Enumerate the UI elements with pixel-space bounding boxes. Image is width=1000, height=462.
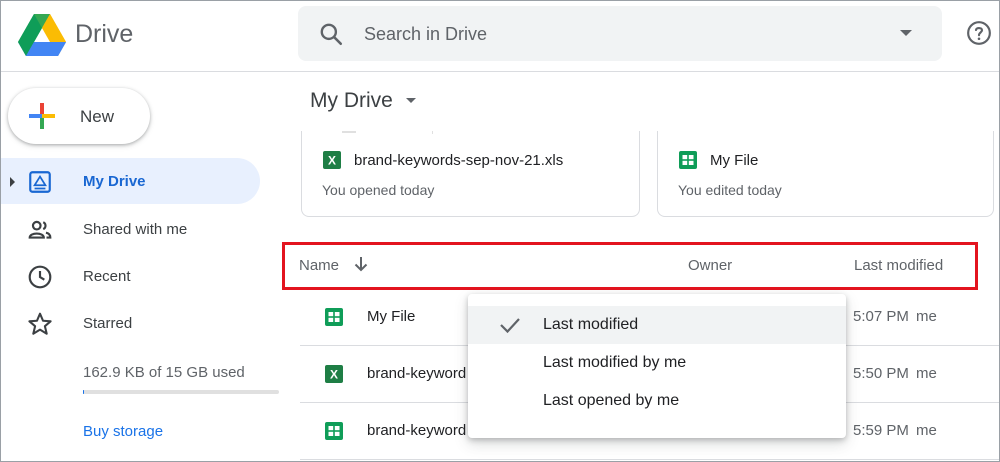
search-bar[interactable] (298, 6, 942, 61)
card-title: My File (710, 152, 759, 169)
file-modified-time: 5:59 PM (853, 422, 909, 439)
sort-options-menu: Last modified Last modified by me Last o… (468, 294, 846, 438)
card-title: brand-keywords-sep-nov-21.xls (354, 152, 564, 169)
suggested-card[interactable]: My File You edited today (657, 131, 994, 217)
search-icon[interactable] (318, 21, 344, 47)
svg-text:X: X (330, 368, 338, 382)
file-modified-time: 5:07 PM (853, 308, 909, 325)
file-name: My File (367, 308, 416, 325)
star-icon (28, 312, 52, 335)
my-drive-icon (29, 171, 51, 193)
card-subtitle: You opened today (322, 182, 435, 198)
page-title[interactable]: My Drive (310, 89, 393, 113)
file-name: brand-keyword (367, 422, 467, 439)
file-name: brand-keyword (367, 365, 467, 382)
storage-usage-text: 162.9 KB of 15 GB used (83, 364, 245, 381)
suggested-card[interactable]: X brand-keywords-sep-nov-21.xls You open… (301, 131, 640, 217)
menu-item-label: Last opened by me (543, 392, 680, 409)
file-modified-by: me (916, 365, 937, 382)
column-header-name[interactable]: Name (299, 257, 339, 274)
column-header-last-modified[interactable]: Last modified (854, 257, 943, 274)
menu-item-label: Last modified by me (543, 354, 687, 371)
excel-file-icon: X (323, 151, 341, 169)
new-button[interactable]: New (8, 88, 150, 144)
sidebar-item-my-drive[interactable]: My Drive (0, 158, 260, 204)
shared-icon (28, 220, 52, 239)
thumbnail-edge (432, 131, 433, 134)
sidebar-item-shared-with-me[interactable]: Shared with me (0, 206, 260, 252)
clock-icon (28, 265, 52, 289)
buy-storage-link[interactable]: Buy storage (83, 423, 163, 440)
card-subtitle: You edited today (678, 182, 782, 198)
excel-file-icon: X (325, 365, 343, 383)
app-name[interactable]: Drive (75, 20, 133, 49)
sheets-file-icon (325, 308, 343, 326)
new-button-label: New (80, 107, 115, 126)
menu-item-last-opened-by-me[interactable]: Last opened by me (468, 382, 846, 420)
file-modified-by: me (916, 422, 937, 439)
sidebar-item-starred[interactable]: Starred (0, 300, 260, 346)
menu-item-label: Last modified (543, 316, 639, 333)
thumbnail-edge (342, 131, 356, 133)
svg-text:X: X (328, 154, 336, 168)
sidebar-item-label: Recent (83, 268, 131, 285)
menu-item-last-modified[interactable]: Last modified (468, 306, 846, 344)
sheets-file-icon (679, 151, 697, 169)
file-modified-time: 5:50 PM (853, 365, 909, 382)
chevron-down-icon[interactable] (406, 98, 416, 103)
search-options-caret-icon[interactable] (900, 30, 912, 36)
arrow-down-icon[interactable] (352, 254, 370, 274)
sidebar-item-recent[interactable]: Recent (0, 253, 260, 299)
column-header-owner[interactable]: Owner (688, 257, 732, 274)
file-modified-by: me (916, 308, 937, 325)
menu-item-last-modified-by-me[interactable]: Last modified by me (468, 344, 846, 382)
storage-usage-fill (83, 390, 84, 394)
plus-icon (29, 103, 55, 129)
check-icon (500, 318, 520, 334)
sidebar-item-label: Starred (83, 315, 133, 332)
help-icon[interactable] (966, 20, 992, 46)
sidebar-item-label: Shared with me (83, 221, 188, 238)
top-bar: Drive (0, 0, 1000, 72)
storage-usage-bar (83, 390, 279, 394)
expand-arrow-icon[interactable] (10, 177, 15, 187)
drive-logo-icon[interactable] (18, 14, 66, 56)
search-input[interactable] (364, 23, 864, 45)
sheets-file-icon (325, 422, 343, 440)
sidebar-item-label: My Drive (83, 173, 146, 190)
